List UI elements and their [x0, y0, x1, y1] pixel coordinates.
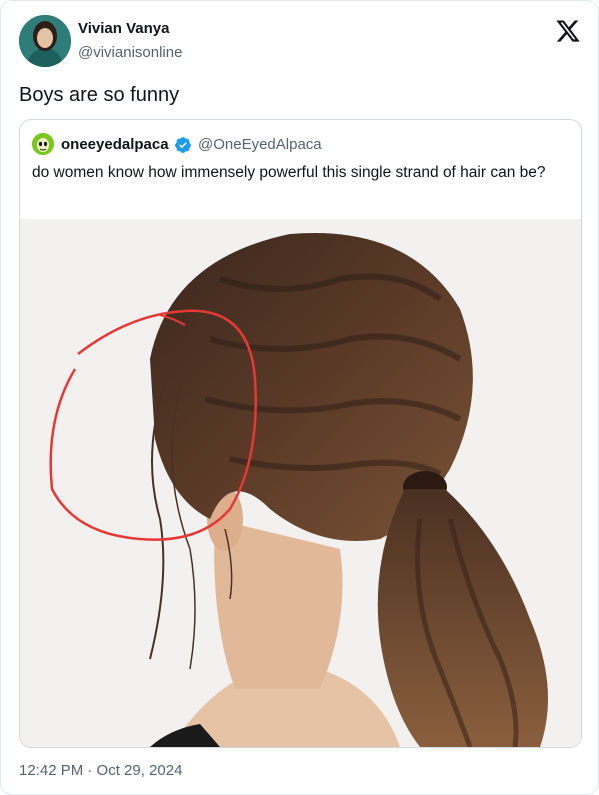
x-logo-icon[interactable] — [555, 18, 581, 44]
quoted-tweet-image[interactable] — [20, 219, 581, 747]
quoted-author-display-name[interactable]: oneeyedalpaca — [61, 136, 169, 153]
tweet-text: Boys are so funny — [19, 84, 180, 106]
quoted-tweet[interactable]: oneeyedalpaca @OneEyedAlpaca do women kn… — [19, 119, 582, 748]
hairstyle-photo-icon — [20, 219, 581, 747]
profile-photo-icon — [19, 15, 71, 67]
tweet-timestamp[interactable]: 12:42 PM · Oct 29, 2024 — [19, 762, 182, 779]
author-avatar[interactable] — [19, 15, 71, 67]
quoted-author-handle[interactable]: @OneEyedAlpaca — [198, 136, 322, 153]
alien-face-avatar-icon — [32, 133, 54, 155]
author-display-name[interactable]: Vivian Vanya — [78, 20, 169, 37]
quoted-author-avatar[interactable] — [32, 133, 54, 155]
author-handle[interactable]: @vivianisonline — [78, 44, 182, 61]
verified-badge-icon — [175, 137, 191, 153]
tweet-card: Vivian Vanya @vivianisonline Boys are so… — [0, 0, 599, 795]
quoted-tweet-text: do women know how immensely powerful thi… — [32, 164, 546, 181]
